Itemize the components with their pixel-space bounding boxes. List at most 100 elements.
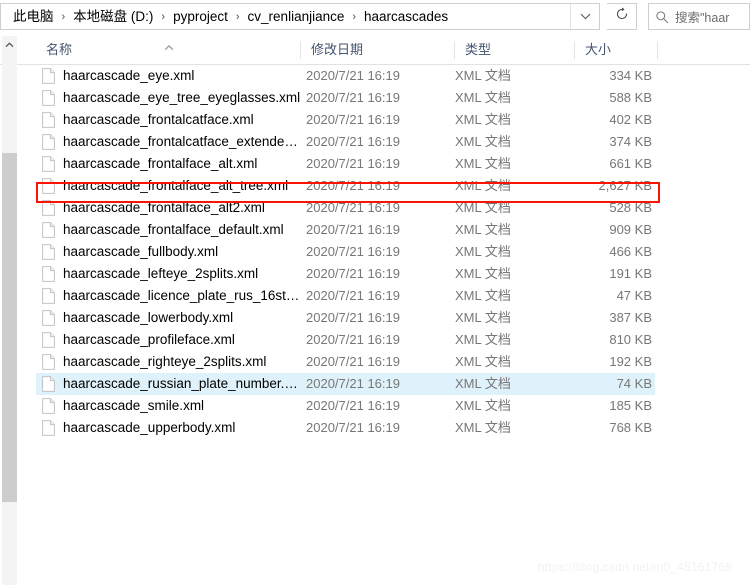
breadcrumb-item[interactable]: 此电脑 (11, 6, 56, 28)
file-date-cell: 2020/7/21 16:19 (306, 112, 400, 127)
column-header-date[interactable]: 修改日期 (301, 36, 455, 64)
file-date-cell: 2020/7/21 16:19 (306, 398, 400, 413)
file-size-cell: 810 KB (609, 332, 652, 347)
file-size-cell: 466 KB (609, 244, 652, 259)
file-size-cell: 387 KB (609, 310, 652, 325)
file-name-cell: haarcascade_fullbody.xml (63, 244, 219, 259)
file-date-cell: 2020/7/21 16:19 (306, 310, 400, 325)
file-list[interactable]: haarcascade_eye.xml 2020/7/21 16:19 XML 文档… (0, 65, 750, 465)
table-row[interactable]: haarcascade_lefteye_2splits.xml 2020/7/21… (0, 263, 750, 285)
column-divider[interactable] (454, 41, 455, 59)
table-row[interactable]: haarcascade_smile.xml 2020/7/21 16:19 XML … (0, 395, 750, 417)
file-size-cell: 74 KB (616, 376, 652, 391)
xml-file-icon (42, 131, 62, 153)
file-name-cell: haarcascade_frontalcatface_extende… (63, 134, 298, 149)
file-size-cell: 528 KB (609, 200, 652, 215)
scrollbar-down-button[interactable] (2, 566, 17, 582)
table-row[interactable]: haarcascade_frontalface_default.xml 2020/… (0, 219, 750, 241)
search-input[interactable]: 搜索"haar (648, 3, 750, 30)
table-row[interactable]: haarcascade_frontalface_alt2.xml 2020/7/2… (0, 197, 750, 219)
table-row[interactable]: haarcascade_frontalcatface_extende… 2020/… (0, 131, 750, 153)
file-type-cell: XML 文档 (455, 68, 511, 83)
table-row[interactable]: haarcascade_frontalcatface.xml 2020/7/21 … (0, 109, 750, 131)
file-type-cell: XML 文档 (455, 354, 511, 369)
file-type-cell: XML 文档 (455, 112, 511, 127)
file-date-cell: 2020/7/21 16:19 (306, 244, 400, 259)
table-row[interactable]: haarcascade_russian_plate_number.x… 2020/… (0, 373, 750, 395)
file-name-cell: haarcascade_lefteye_2splits.xml (63, 266, 259, 281)
search-icon (649, 10, 675, 24)
file-size-cell: 192 KB (609, 354, 652, 369)
table-row[interactable]: haarcascade_licence_plate_rus_16sta… 2020… (0, 285, 750, 307)
table-row[interactable]: haarcascade_fullbody.xml 2020/7/21 16:19 X… (0, 241, 750, 263)
column-header-type[interactable]: 类型 (455, 36, 575, 64)
xml-file-icon (42, 263, 62, 285)
watermark-text: https://blog.csdn.net/m0_45161766 (538, 560, 733, 574)
caret-up-icon (5, 35, 14, 53)
file-name-cell: haarcascade_upperbody.xml (63, 420, 236, 435)
file-size-cell: 661 KB (609, 156, 652, 171)
xml-file-icon (42, 285, 62, 307)
table-row[interactable]: haarcascade_lowerbody.xml 2020/7/21 16:19… (0, 307, 750, 329)
explorer-toolbar: 此电脑 › 本地磁盘 (D:) › pyproject › cv_renlianjiance… (0, 0, 750, 35)
column-divider[interactable] (300, 41, 301, 59)
xml-file-icon (42, 307, 62, 329)
file-type-cell: XML 文档 (455, 288, 511, 303)
file-name-cell: haarcascade_licence_plate_rus_16sta… (63, 288, 301, 303)
file-size-cell: 768 KB (609, 420, 652, 435)
table-row[interactable]: haarcascade_frontalface_alt.xml 2020/7/21… (0, 153, 750, 175)
file-type-cell: XML 文档 (455, 156, 511, 171)
file-type-cell: XML 文档 (455, 310, 511, 325)
file-size-cell: 2,627 KB (598, 178, 653, 193)
column-header-row: 名称 修改日期 类型 大小 (0, 36, 750, 65)
table-row[interactable]: haarcascade_eye.xml 2020/7/21 16:19 XML 文档… (0, 65, 750, 87)
breadcrumb[interactable]: 此电脑 › 本地磁盘 (D:) › pyproject › cv_renlianjiance… (1, 6, 570, 28)
breadcrumb-item[interactable]: pyproject (171, 6, 230, 28)
table-row[interactable]: haarcascade_righteye_2splits.xml 2020/7/2… (0, 351, 750, 373)
xml-file-icon (42, 417, 62, 439)
file-date-cell: 2020/7/21 16:19 (306, 420, 400, 435)
xml-file-icon (42, 153, 62, 175)
chevron-down-icon (580, 13, 591, 20)
breadcrumb-separator: › (235, 10, 240, 23)
file-name-cell: haarcascade_lowerbody.xml (63, 310, 234, 325)
file-size-cell: 374 KB (609, 134, 652, 149)
breadcrumb-item[interactable]: cv_renlianjiance (246, 6, 347, 28)
xml-file-icon (42, 65, 62, 87)
table-row[interactable]: haarcascade_upperbody.xml 2020/7/21 16:19… (0, 417, 750, 439)
file-type-cell: XML 文档 (455, 266, 511, 281)
xml-file-icon (42, 351, 62, 373)
xml-file-icon (42, 373, 62, 395)
scrollbar-up-button[interactable] (2, 36, 17, 52)
breadcrumb-item[interactable]: 本地磁盘 (D:) (71, 6, 155, 28)
breadcrumb-separator: › (61, 10, 66, 23)
xml-file-icon (42, 109, 62, 131)
refresh-icon (615, 7, 629, 26)
file-date-cell: 2020/7/21 16:19 (306, 68, 400, 83)
file-type-cell: XML 文档 (455, 420, 511, 435)
file-name-cell: haarcascade_frontalface_alt2.xml (63, 200, 265, 215)
file-type-cell: XML 文档 (455, 376, 511, 391)
table-row[interactable]: haarcascade_frontalface_alt_tree.xml 2020… (0, 175, 750, 197)
xml-file-icon (42, 219, 62, 241)
breadcrumb-item[interactable]: haarcascades (362, 6, 450, 28)
xml-file-icon (42, 87, 62, 109)
table-row[interactable]: haarcascade_profileface.xml 2020/7/21 16:… (0, 329, 750, 351)
file-size-cell: 191 KB (609, 266, 652, 281)
file-name-cell: haarcascade_righteye_2splits.xml (63, 354, 267, 369)
xml-file-icon (42, 197, 62, 219)
column-header-size[interactable]: 大小 (575, 36, 658, 64)
address-bar[interactable]: 此电脑 › 本地磁盘 (D:) › pyproject › cv_renlianjiance… (0, 3, 600, 30)
address-dropdown-button[interactable] (570, 4, 599, 29)
file-date-cell: 2020/7/21 16:19 (306, 200, 400, 215)
file-date-cell: 2020/7/21 16:19 (306, 288, 400, 303)
file-type-cell: XML 文档 (455, 332, 511, 347)
file-date-cell: 2020/7/21 16:19 (306, 156, 400, 171)
column-divider[interactable] (657, 41, 658, 59)
column-divider[interactable] (574, 41, 575, 59)
file-type-cell: XML 文档 (455, 200, 511, 215)
table-row[interactable]: haarcascade_eye_tree_eyeglasses.xml 2020/… (0, 87, 750, 109)
refresh-button[interactable] (607, 3, 637, 30)
file-type-cell: XML 文档 (455, 134, 511, 149)
file-name-cell: haarcascade_eye.xml (63, 68, 195, 83)
